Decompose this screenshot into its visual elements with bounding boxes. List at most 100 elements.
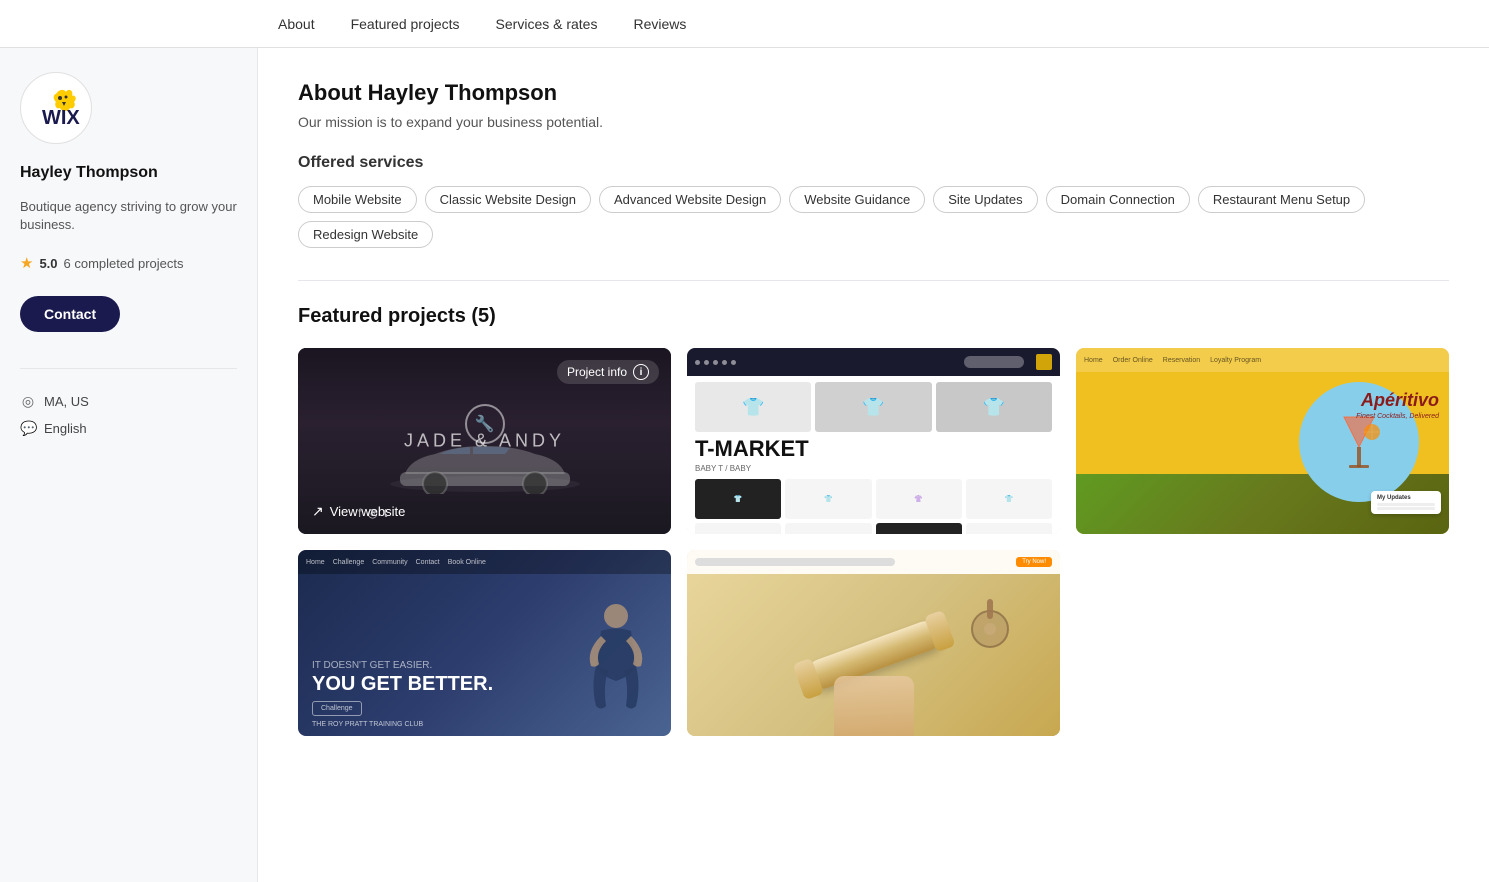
aperitivo-nav-reservation: Reservation xyxy=(1163,357,1200,364)
star-icon: ★ xyxy=(20,254,33,272)
gym-person-svg xyxy=(581,596,651,736)
gym-tagline-main: YOU GET BETTER. xyxy=(312,673,581,695)
car-silhouette xyxy=(385,424,585,494)
service-tag-restaurant-menu: Restaurant Menu Setup xyxy=(1198,186,1365,213)
aperitivo-nav-home: Home xyxy=(1084,357,1103,364)
project-card-tmarket[interactable]: 👕 👕 👕 T-MARKET BABY T / BABY 👕 👕 👚 👕 👕 xyxy=(687,348,1060,534)
top-navigation: About Featured projects Services & rates… xyxy=(0,0,1489,48)
project-card-gym[interactable]: Home Challenge Community Contact Book On… xyxy=(298,550,671,736)
service-tag-classic-design: Classic Website Design xyxy=(425,186,591,213)
product-2: 👕 xyxy=(785,479,871,519)
nav-reviews[interactable]: Reviews xyxy=(615,0,704,47)
service-tag-domain-connection: Domain Connection xyxy=(1046,186,1190,213)
hero-images: 👕 👕 👕 xyxy=(695,382,1052,432)
service-tag-site-updates: Site Updates xyxy=(933,186,1037,213)
gym-nav-home: Home xyxy=(306,559,325,566)
project-card-pasta[interactable]: Try Now! xyxy=(687,550,1060,736)
wix-logo-svg: WIX xyxy=(28,80,84,136)
sidebar-divider xyxy=(20,368,237,369)
hero-img-2: 👕 xyxy=(815,382,931,432)
nav-services[interactable]: Services & rates xyxy=(478,0,616,47)
nav-featured[interactable]: Featured projects xyxy=(333,0,478,47)
main-layout: WIX Hayley Thompson Boutique agency stri… xyxy=(0,48,1489,882)
pasta-content xyxy=(687,574,1060,736)
project-card-jade-andy[interactable]: 🔧 JADE & ANDY xyxy=(298,348,671,534)
search-bar-mock xyxy=(964,356,1024,368)
gym-nav-community: Community xyxy=(372,559,407,566)
tmarket-products: 👕 👕 👚 👕 👕 👚 👕 👕 xyxy=(695,479,1052,534)
aperitivo-title-text: Apéritivo xyxy=(1361,390,1439,411)
project-info-label: Project info xyxy=(567,365,627,379)
product-1: 👕 xyxy=(695,479,781,519)
gym-nav-challenge: Challenge xyxy=(333,559,365,566)
external-link-icon: ↗ xyxy=(312,503,324,520)
nav-dot-1 xyxy=(695,360,700,365)
pasta-nav: Try Now! xyxy=(687,550,1060,574)
project-aperitivo-image: Home Order Online Reservation Loyalty Pr… xyxy=(1076,348,1449,534)
gym-nav-contact: Contact xyxy=(416,559,440,566)
location-text: MA, US xyxy=(44,394,89,409)
nav-dot-5 xyxy=(731,360,736,365)
project-info-badge[interactable]: Project info i xyxy=(557,360,659,384)
sidebar-rating: ★ 5.0 6 completed projects xyxy=(20,254,237,272)
aperitivo-update-card: My Updates xyxy=(1371,491,1441,514)
rating-score: 5.0 xyxy=(39,256,57,271)
chat-icon: 💬 xyxy=(20,420,36,437)
services-tags: Mobile Website Classic Website Design Ad… xyxy=(298,186,1449,248)
location-icon: ◎ xyxy=(20,393,36,410)
tmarket-body: 👕 👕 👕 T-MARKET BABY T / BABY 👕 👕 👚 👕 👕 xyxy=(687,376,1060,534)
sidebar-meta: ◎ MA, US 💬 English xyxy=(20,393,237,437)
gym-club-name: THE ROY PRATT TRAINING CLUB xyxy=(312,721,423,728)
gym-nav-book: Book Online xyxy=(448,559,486,566)
svg-text:WIX: WIX xyxy=(42,107,80,129)
service-tag-redesign-website: Redesign Website xyxy=(298,221,433,248)
agency-description: Boutique agency striving to grow your bu… xyxy=(20,198,237,234)
project-car-image: 🔧 JADE & ANDY xyxy=(298,348,671,534)
agency-logo: WIX xyxy=(20,72,92,144)
gym-nav: Home Challenge Community Contact Book On… xyxy=(298,550,671,574)
product-7: 👕 xyxy=(876,523,962,534)
aperitivo-nav-order: Order Online xyxy=(1113,357,1153,364)
offered-services-title: Offered services xyxy=(298,154,1449,172)
product-8: 👕 xyxy=(966,523,1052,534)
tmarket-subtitle: BABY T / BABY xyxy=(695,464,1052,473)
tmarket-header xyxy=(687,348,1060,376)
projects-grid: 🔧 JADE & ANDY xyxy=(298,348,1449,736)
featured-projects-title: Featured projects (5) xyxy=(298,305,1449,328)
about-subtitle: Our mission is to expand your business p… xyxy=(298,114,1449,130)
pasta-banner: Try Now! xyxy=(1016,557,1052,567)
hero-img-1: 👕 xyxy=(695,382,811,432)
project-tmarket-image: 👕 👕 👕 T-MARKET BABY T / BABY 👕 👕 👚 👕 👕 xyxy=(687,348,1060,534)
pasta-wheel-svg xyxy=(960,594,1020,654)
product-4: 👕 xyxy=(966,479,1052,519)
hero-img-3: 👕 xyxy=(936,382,1052,432)
main-content: About Hayley Thompson Our mission is to … xyxy=(258,48,1489,882)
cart-icon-mock xyxy=(1036,354,1052,370)
gym-challenge-btn[interactable]: Challenge xyxy=(312,701,362,716)
service-tag-advanced-design: Advanced Website Design xyxy=(599,186,781,213)
service-tag-website-guidance: Website Guidance xyxy=(789,186,925,213)
location-item: ◎ MA, US xyxy=(20,393,237,410)
aperitivo-nav: Home Order Online Reservation Loyalty Pr… xyxy=(1076,348,1449,372)
aperitivo-subtitle: Finest Cocktails, Delivered xyxy=(1356,412,1439,421)
product-5: 👕 xyxy=(695,523,781,534)
contact-button[interactable]: Contact xyxy=(20,296,120,332)
view-website-button[interactable]: ↗ View website xyxy=(312,503,405,520)
info-icon: i xyxy=(633,364,649,380)
project-card-aperitivo[interactable]: Home Order Online Reservation Loyalty Pr… xyxy=(1076,348,1449,534)
nav-dot-2 xyxy=(704,360,709,365)
pasta-url-bar xyxy=(695,558,895,566)
project-gym-image: Home Challenge Community Contact Book On… xyxy=(298,550,671,736)
project-pasta-image: Try Now! xyxy=(687,550,1060,736)
agency-name: Hayley Thompson xyxy=(20,164,237,182)
product-3: 👚 xyxy=(876,479,962,519)
completed-projects: 6 completed projects xyxy=(64,256,184,271)
nav-about[interactable]: About xyxy=(260,0,333,47)
aperitivo-nav-loyalty: Loyalty Program xyxy=(1210,357,1261,364)
service-tag-mobile-website: Mobile Website xyxy=(298,186,417,213)
language-item: 💬 English xyxy=(20,420,237,437)
aperitivo-body: Apéritivo Finest Cocktails, Delivered My… xyxy=(1076,372,1449,534)
view-website-label: View website xyxy=(330,504,406,519)
product-6: 👚 xyxy=(785,523,871,534)
tmarket-brand-name: T-MARKET xyxy=(695,438,1052,460)
